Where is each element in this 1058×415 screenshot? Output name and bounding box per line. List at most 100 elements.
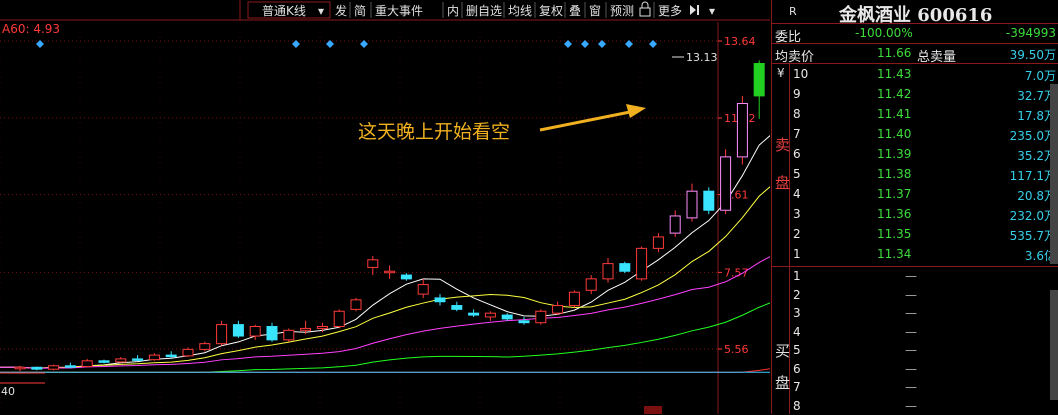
candle[interactable] — [266, 322, 278, 342]
sell-scrollbar[interactable] — [1050, 84, 1058, 264]
candle[interactable] — [350, 297, 362, 312]
toolbar-button-4[interactable]: 删自选 — [466, 4, 502, 18]
buy-row[interactable]: 5— — [771, 341, 1058, 359]
candle[interactable] — [535, 309, 547, 325]
candle[interactable] — [165, 351, 177, 359]
candle[interactable] — [81, 358, 93, 368]
candle[interactable] — [736, 95, 748, 165]
toolbar-button-10[interactable]: 更多 — [658, 4, 682, 18]
buy-row[interactable]: 4— — [771, 323, 1058, 341]
candle[interactable] — [31, 366, 43, 371]
candle[interactable] — [199, 341, 211, 352]
chart-type-label: 普通K线 — [262, 4, 306, 18]
candle[interactable] — [484, 311, 496, 321]
candle[interactable] — [98, 359, 110, 364]
sell-row[interactable]: 7 11.40 235.0万 — [771, 125, 1058, 143]
candle[interactable] — [585, 275, 597, 295]
candle[interactable] — [619, 261, 631, 274]
candle[interactable] — [333, 309, 345, 329]
sell-row[interactable]: 4 11.37 20.8万 — [771, 185, 1058, 203]
sell-row[interactable]: 8 11.41 17.8万 — [771, 105, 1058, 123]
toolbar-button-2[interactable]: 重大事件 — [375, 4, 423, 18]
candle[interactable] — [434, 294, 446, 306]
candle[interactable] — [720, 149, 732, 215]
ma-line-5 — [0, 134, 770, 369]
candle[interactable] — [182, 347, 194, 358]
candle[interactable] — [64, 362, 76, 369]
toolbar-button-9[interactable]: 预测 — [610, 4, 634, 18]
candle[interactable] — [132, 355, 144, 361]
sell-row[interactable]: 9 11.42 32.7万 — [771, 85, 1058, 103]
candle[interactable] — [703, 187, 715, 215]
candle[interactable] — [232, 320, 244, 338]
candle[interactable] — [48, 364, 60, 371]
more-dropdown-icon[interactable]: ▾ — [709, 4, 715, 18]
sell-level: 6 — [793, 147, 801, 161]
annotation-text: 这天晚上开始看空 — [358, 121, 510, 143]
candle[interactable] — [652, 233, 664, 253]
candle[interactable] — [552, 301, 564, 316]
sell-level: 1 — [793, 247, 801, 261]
buy-row[interactable]: 3— — [771, 304, 1058, 322]
kline-chart[interactable]: 普通K线 ▾ 发简重大事件内删自选 均线 复权叠窗预测 更多 ▾ A60: 4.93 … — [0, 0, 770, 414]
event-marker-icon[interactable] — [625, 40, 633, 48]
toolbar-button-7[interactable]: 叠 — [569, 4, 581, 18]
buy-row[interactable]: 8— — [771, 397, 1058, 415]
sell-row[interactable]: 5 11.38 117.1万 — [771, 165, 1058, 183]
candles[interactable] — [14, 60, 770, 372]
sell-price: 11.38 — [877, 167, 912, 181]
buy-row[interactable]: 7— — [771, 378, 1058, 396]
candle[interactable] — [216, 320, 228, 346]
event-marker-icon[interactable] — [581, 40, 589, 48]
bottom-left-label: 40 — [1, 385, 15, 398]
event-markers[interactable] — [36, 40, 657, 48]
quote-panel: R 金枫酒业 600616 委比 -100.00% -394993 均卖价 11… — [771, 0, 1058, 414]
toolbar-button-5[interactable]: 均线 — [508, 4, 532, 18]
candle[interactable] — [636, 246, 648, 281]
buy-price: — — [905, 380, 917, 394]
event-marker-icon[interactable] — [649, 40, 657, 48]
event-marker-icon[interactable] — [564, 40, 572, 48]
candle[interactable] — [518, 316, 530, 325]
sell-price: 11.37 — [877, 187, 912, 201]
event-marker-icon[interactable] — [36, 40, 44, 48]
toolbar-button-6[interactable]: 复权 — [539, 4, 563, 18]
candle[interactable] — [115, 357, 127, 363]
toolbar-button-8[interactable]: 窗 — [589, 4, 601, 18]
candle[interactable] — [384, 265, 396, 279]
event-marker-icon[interactable] — [360, 40, 368, 48]
sell-price: 11.39 — [877, 147, 912, 161]
sell-row[interactable]: 6 11.39 35.2万 — [771, 145, 1058, 163]
candle[interactable] — [669, 210, 681, 237]
candle[interactable] — [148, 353, 160, 361]
candle[interactable] — [568, 290, 580, 308]
candle[interactable] — [14, 365, 26, 372]
buy-scrollbar[interactable] — [1050, 290, 1058, 400]
buy-row[interactable]: 1— — [771, 267, 1058, 285]
candle[interactable] — [753, 60, 765, 119]
buy-price: — — [905, 343, 917, 357]
sell-row[interactable]: 2 11.35 535.7万 — [771, 225, 1058, 243]
candle[interactable] — [501, 313, 513, 321]
candle[interactable] — [417, 278, 429, 298]
toolbar-buttons: 发简重大事件 内删自选 均线 复权叠窗预测 更多 — [335, 2, 682, 18]
sell-price: 11.41 — [877, 107, 912, 121]
candle[interactable] — [451, 301, 463, 312]
toolbar-button-0[interactable]: 发 — [335, 3, 347, 18]
sell-row[interactable]: 3 11.36 232.0万 — [771, 205, 1058, 223]
sell-row[interactable]: 1 11.34 3.6亿 — [771, 245, 1058, 263]
buy-row[interactable]: 6— — [771, 360, 1058, 378]
toolbar-button-3[interactable]: 内 — [447, 4, 459, 18]
candle[interactable] — [283, 328, 295, 342]
weibi-value: -394993 — [1005, 26, 1056, 40]
total-sell: 39.50万 — [1009, 48, 1056, 62]
candle[interactable] — [686, 183, 698, 222]
buy-row[interactable]: 2— — [771, 286, 1058, 304]
event-marker-icon[interactable] — [292, 40, 300, 48]
candle[interactable] — [400, 273, 412, 281]
candle[interactable] — [468, 309, 480, 317]
buy-price: — — [905, 324, 917, 339]
candle[interactable] — [602, 257, 614, 283]
toolbar-button-1[interactable]: 简 — [354, 4, 366, 18]
sell-row[interactable]: 10 11.43 7.0万 — [771, 65, 1058, 83]
